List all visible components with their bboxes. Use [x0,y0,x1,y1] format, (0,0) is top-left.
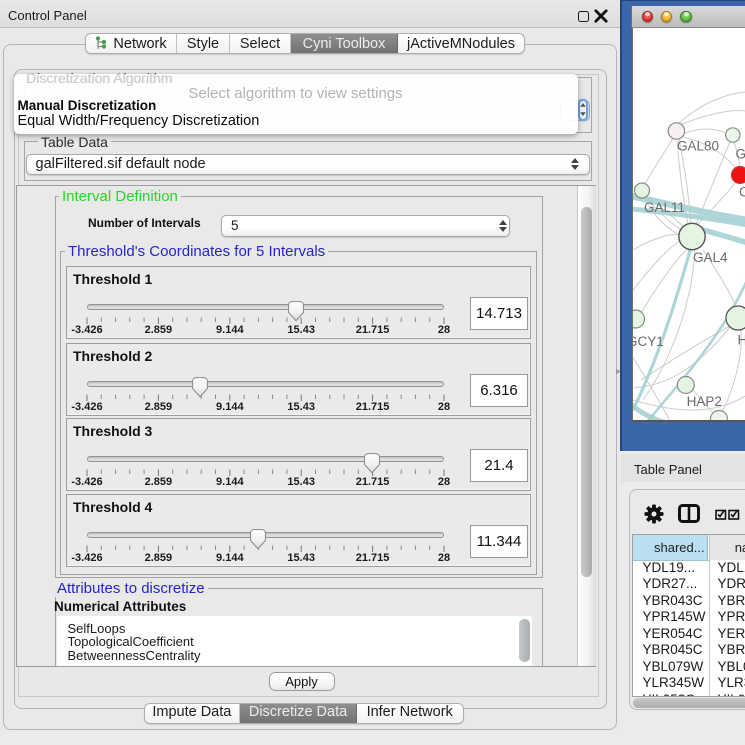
svg-text:HIS5: HIS5 [738,333,745,348]
svg-text:GAL4: GAL4 [693,250,728,265]
svg-text:HAP2: HAP2 [687,394,722,409]
svg-text:GCY1: GCY1 [633,334,664,349]
svg-text:GAL11: GAL11 [644,200,685,215]
svg-text:GAL80: GAL80 [677,139,719,154]
svg-text:GA: GA [736,147,745,162]
svg-text:C: C [739,185,745,200]
